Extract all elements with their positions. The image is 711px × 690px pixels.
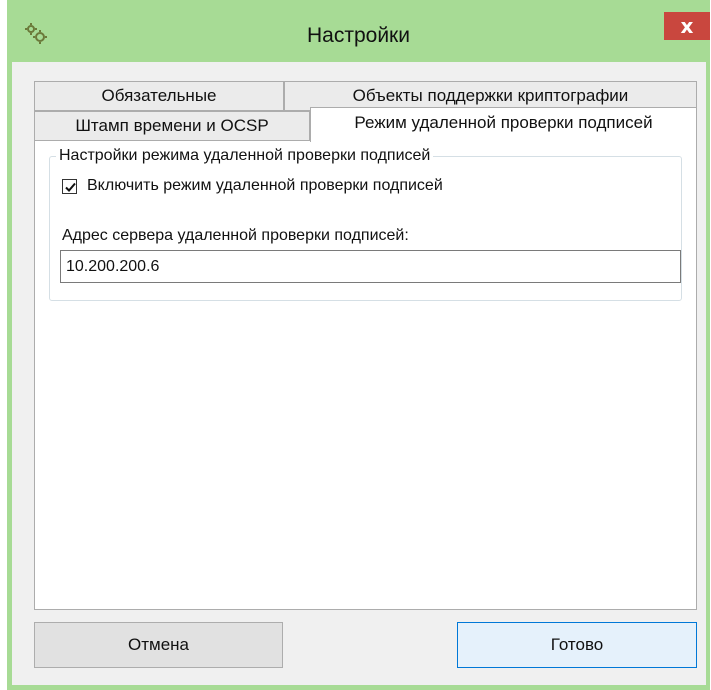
checkmark-icon [65, 182, 76, 192]
tab-timestamp-ocsp[interactable]: Штамп времени и OCSP [34, 111, 310, 141]
groupbox-title: Настройки режима удаленной проверки подп… [56, 147, 434, 165]
tab-strip: Обязательные Объекты поддержки криптогра… [34, 81, 697, 142]
enable-remote-verification-label[interactable]: Включить режим удаленной проверки подпис… [87, 177, 443, 195]
enable-remote-verification-row[interactable]: Включить режим удаленной проверки подпис… [62, 176, 443, 196]
tab-panel-remote-verification: Настройки режима удаленной проверки подп… [34, 140, 697, 610]
tab-required[interactable]: Обязательные [34, 81, 284, 111]
done-button[interactable]: Готово [457, 622, 697, 668]
close-button[interactable]: x [664, 12, 710, 40]
remote-verification-groupbox: Настройки режима удаленной проверки подп… [49, 147, 682, 301]
tab-remote-verification[interactable]: Режим удаленной проверки подписей [310, 107, 697, 142]
dialog-client-area: Обязательные Объекты поддержки криптогра… [12, 62, 706, 685]
enable-remote-verification-checkbox[interactable] [62, 178, 77, 194]
server-address-input[interactable] [60, 250, 681, 283]
server-address-label: Адрес сервера удаленной проверки подписе… [62, 227, 409, 244]
settings-window: Настройки x Обязательные Объекты поддерж… [7, 0, 710, 690]
title-bar[interactable]: Настройки x [7, 0, 710, 62]
cancel-button[interactable]: Отмена [34, 622, 283, 668]
